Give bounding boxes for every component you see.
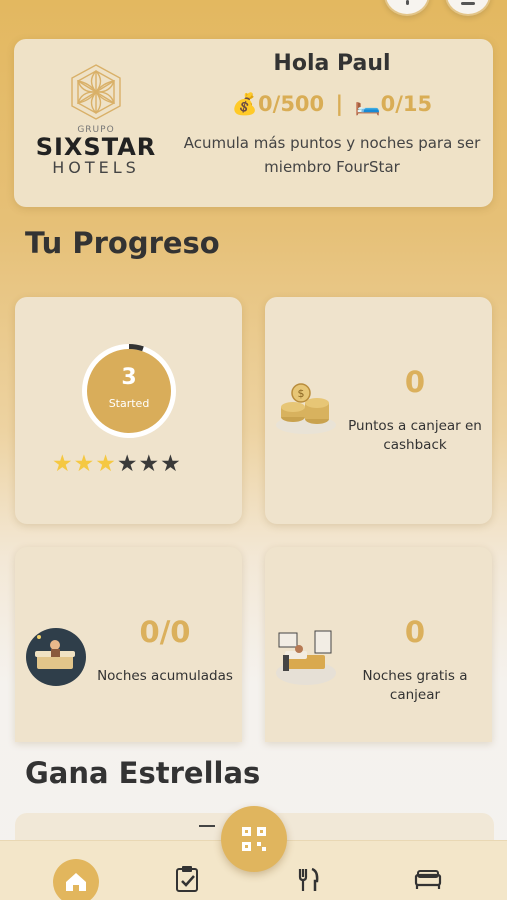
- nav-tasks[interactable]: [168, 855, 208, 895]
- qr-code-icon: [242, 827, 266, 851]
- arrow-icon: [199, 825, 215, 827]
- nav-rooms[interactable]: [408, 855, 448, 895]
- star-rating: ★★★★★★: [52, 451, 212, 477]
- progress-title: Tu Progreso: [25, 226, 220, 260]
- nights-counter: 🛏️0/15: [354, 92, 433, 116]
- points-counter: 💰0/500: [231, 92, 325, 116]
- earn-stars-title: Gana Estrellas: [25, 756, 261, 790]
- nav-restaurant[interactable]: [290, 855, 330, 895]
- home-icon: [66, 873, 86, 891]
- star-empty-icon: ★: [160, 451, 182, 477]
- coins-illustration-icon: $: [276, 383, 336, 434]
- nights-card[interactable]: 0/0 Noches acumuladas: [15, 547, 242, 742]
- star-filled-icon: ★: [52, 451, 74, 477]
- menu-button[interactable]: [445, 0, 491, 16]
- bed-icon: [414, 870, 442, 889]
- star-empty-icon: ★: [116, 451, 139, 477]
- bedroom-illustration-icon: [276, 630, 336, 685]
- logo-brand: SIXSTAR: [35, 133, 157, 161]
- cashback-card[interactable]: $ 0 Puntos a canjear en cashback: [265, 297, 492, 524]
- level-number: 3: [121, 365, 137, 390]
- stats-separator: |: [335, 92, 344, 116]
- free-nights-card[interactable]: 0 Noches gratis a canjear: [265, 547, 492, 742]
- star-filled-icon: ★: [95, 451, 117, 477]
- nights-value: 0/0: [139, 615, 191, 649]
- membership-stats: 💰0/500 | 🛏️0/15: [182, 92, 482, 117]
- cashback-label: Puntos a canjear en cashback: [348, 418, 482, 453]
- free-nights-label: Noches gratis a canjear: [362, 668, 468, 703]
- progress-ring: [82, 344, 176, 438]
- cashback-points-value: 0: [404, 365, 426, 399]
- level-label: Started: [108, 397, 150, 410]
- level-card[interactable]: 3 Started ★★★★★★: [15, 297, 242, 524]
- star-empty-icon: ★: [138, 451, 161, 477]
- sixstar-logo: GRUPO SIXSTAR HOTELS: [26, 63, 166, 177]
- star-filled-icon: ★: [73, 451, 96, 477]
- info-icon: [406, 0, 409, 5]
- membership-message: Acumula más puntos y noches para ser mie…: [183, 134, 481, 176]
- help-button[interactable]: [384, 0, 430, 16]
- restaurant-icon: [298, 867, 319, 891]
- free-nights-value: 0: [404, 615, 426, 649]
- svg-text:$: $: [298, 387, 305, 400]
- qr-code-button[interactable]: [221, 806, 287, 872]
- level-ring: 3 Started: [81, 343, 177, 439]
- bed-illustration-icon: [26, 628, 86, 686]
- welcome-card: GRUPO SIXSTAR HOTELS Hola Paul 💰0/500 | …: [14, 39, 493, 207]
- greeting: Hola Paul: [273, 51, 391, 76]
- hexagon-logo-icon: [71, 64, 121, 120]
- nav-home[interactable]: [53, 859, 99, 900]
- logo-hotels: HOTELS: [52, 158, 140, 177]
- menu-icon: [461, 2, 475, 5]
- nights-label: Noches acumuladas: [97, 668, 233, 684]
- tasks-icon: [176, 866, 198, 892]
